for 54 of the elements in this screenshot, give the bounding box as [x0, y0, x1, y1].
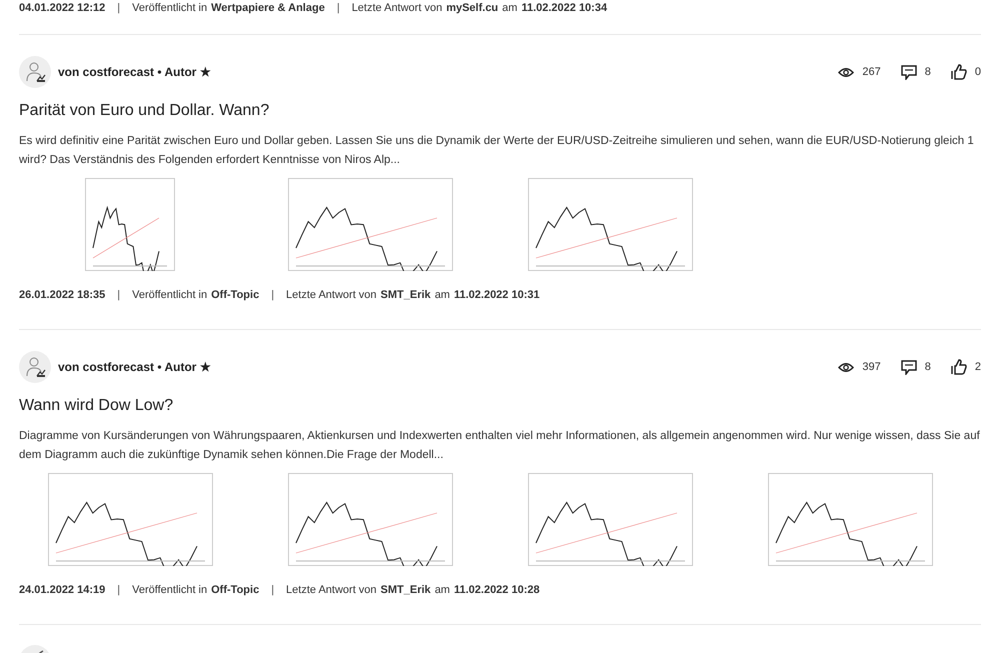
- separator: |: [117, 288, 120, 303]
- separator: |: [117, 0, 120, 16]
- post-excerpt: Diagramme von Kursänderungen von Währungspaaren, Aktienkursen und Indexwerten enthalten viel mehr Informationen, als allgemein angenommen wird. Nur wenige wissen, dass Sie auf dem Diagramm auch die zukünftige Dynamik sehen können.Die Frage der Modell...: [19, 429, 981, 463]
- post-date: 26.01.2022 18:35: [19, 288, 106, 303]
- author-line: von costforecast • Autor ★: [58, 359, 211, 376]
- comment-icon: [900, 64, 917, 80]
- category-link[interactable]: Off-Topic: [211, 286, 260, 304]
- published-label: Veröffentlicht in: [132, 582, 208, 598]
- comment-count: 8: [924, 64, 931, 80]
- thumbs-up-icon[interactable]: [950, 359, 967, 375]
- reply-date: 11.02.2022 10:31: [454, 288, 540, 303]
- at-label: am: [502, 0, 518, 16]
- at-label: am: [434, 288, 450, 303]
- reply-date: 11.02.2022 10:34: [521, 0, 608, 16]
- chart-thumbnail[interactable]: [288, 473, 452, 566]
- like-count: 2: [974, 360, 981, 375]
- separator: |: [117, 582, 120, 598]
- like-count: 0: [974, 64, 981, 80]
- post-title[interactable]: Wann wird Dow Low?: [19, 395, 981, 417]
- chart-thumbnail[interactable]: [48, 473, 212, 566]
- post-date: 04.01.2022 12:12: [19, 0, 106, 16]
- chart-thumbnail[interactable]: [85, 178, 175, 271]
- last-reply-label: Letzte Antwort von: [352, 0, 442, 16]
- avatar-icon: [19, 351, 51, 383]
- published-label: Veröffentlicht in: [132, 288, 208, 303]
- author-line: von costforecast • Autor ★: [58, 64, 211, 81]
- category-link[interactable]: Off-Topic: [211, 582, 260, 598]
- last-reply-label: Letzte Antwort von: [286, 288, 377, 303]
- chart-thumbnail[interactable]: [768, 473, 932, 566]
- reply-user-link[interactable]: SMT_Erik: [380, 286, 431, 304]
- category-link[interactable]: Wertpapiere & Anlage: [211, 0, 325, 16]
- published-label: Veröffentlicht in: [132, 0, 208, 16]
- thumbs-up-icon[interactable]: [950, 64, 967, 80]
- last-reply-label: Letzte Antwort von: [286, 582, 377, 598]
- separator: |: [336, 0, 340, 16]
- post-date: 24.01.2022 14:19: [19, 582, 106, 598]
- view-count: 267: [862, 64, 881, 80]
- eye-icon: [838, 362, 854, 372]
- view-count: 397: [862, 360, 881, 375]
- separator: |: [271, 582, 274, 598]
- comment-icon: [900, 360, 917, 374]
- separator: |: [271, 288, 274, 303]
- post-title[interactable]: Parität von Euro und Dollar. Wann?: [19, 100, 981, 122]
- chart-thumbnail[interactable]: [288, 178, 452, 271]
- at-label: am: [434, 582, 450, 598]
- reply-user-link[interactable]: SMT_Erik: [380, 582, 431, 598]
- chart-thumbnail[interactable]: [528, 473, 692, 566]
- chart-thumbnail[interactable]: [528, 178, 692, 271]
- reply-user-link[interactable]: mySelf.cu: [446, 0, 498, 16]
- eye-icon: [838, 66, 854, 78]
- reply-date: 11.02.2022 10:28: [454, 582, 540, 598]
- avatar-icon: [19, 56, 51, 88]
- comment-count: 8: [924, 360, 931, 375]
- post-excerpt: Es wird definitiv eine Parität zwischen Euro und Dollar geben. Lassen Sie uns die Dynamik der Werte der EUR/USD-Zeitreihe simulieren und sehen, wann die EUR/USD-Notierung gleich 1 wird? Das Verständnis des Folgenden erfordert Kenntnisse von Niros Alp...: [19, 134, 975, 168]
